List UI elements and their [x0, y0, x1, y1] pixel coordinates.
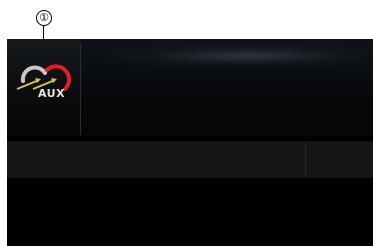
top-panel-sheen	[97, 43, 367, 69]
middle-bar-divider	[305, 143, 306, 176]
aux-label: AUX	[38, 87, 66, 100]
callout-number: ①	[36, 10, 52, 26]
source-key-aux[interactable]: AUX	[7, 39, 80, 136]
top-panel-divider	[80, 43, 81, 135]
middle-bar	[7, 141, 373, 178]
display-screen: AUX	[7, 39, 373, 246]
bottom-area	[7, 178, 373, 246]
